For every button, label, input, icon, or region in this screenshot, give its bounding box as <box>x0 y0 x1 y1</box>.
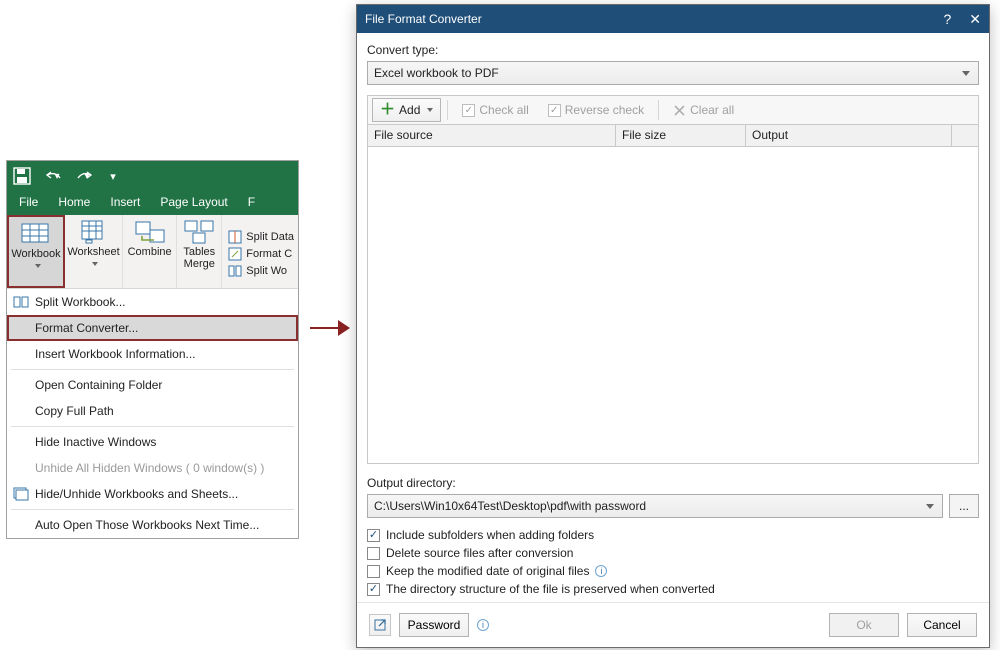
ribbon-combine-label: Combine <box>128 246 172 258</box>
menu-hide-unhide-workbooks[interactable]: Hide/Unhide Workbooks and Sheets... <box>7 481 298 507</box>
clear-icon <box>673 104 686 117</box>
checkbox-icon: ✓ <box>548 104 561 117</box>
column-file-source[interactable]: File source <box>368 125 616 146</box>
ribbon-tables-merge-label: Tables Merge <box>183 246 215 270</box>
checkbox-icon <box>367 583 380 596</box>
tab-home[interactable]: Home <box>48 191 100 215</box>
ribbon-worksheet-button[interactable]: Worksheet <box>65 215 123 288</box>
ribbon-workbook-label: Workbook <box>11 248 60 272</box>
clear-all-button: Clear all <box>665 98 742 122</box>
menu-unhide-all-windows: Unhide All Hidden Windows ( 0 window(s) … <box>7 455 298 481</box>
menu-auto-open-workbooks[interactable]: Auto Open Those Workbooks Next Time... <box>7 512 298 538</box>
excel-window: ▾ ▾ ▾ File Home Insert Page Layout F Wor… <box>6 160 299 539</box>
tab-truncated[interactable]: F <box>238 191 265 215</box>
menu-insert-workbook-info[interactable]: Insert Workbook Information... <box>7 341 298 367</box>
ribbon-format-converter-button[interactable]: Format C <box>228 247 294 261</box>
ribbon-side-group: Split Data Format C Split Wo <box>222 215 298 288</box>
convert-type-label: Convert type: <box>367 43 979 57</box>
ribbon-split-data-button[interactable]: Split Data <box>228 230 294 244</box>
output-directory-select[interactable]: C:\Users\Win10x64Test\Desktop\pdf\with p… <box>367 494 943 518</box>
chevron-down-icon <box>427 108 433 112</box>
menu-copy-full-path[interactable]: Copy Full Path <box>7 398 298 424</box>
excel-ribbon: Workbook Worksheet Combine Tables Merge … <box>7 215 298 289</box>
dialog-footer: Password i Ok Cancel <box>357 602 989 647</box>
tab-insert[interactable]: Insert <box>100 191 150 215</box>
toolbar-separator <box>658 100 659 120</box>
convert-type-select[interactable]: Excel workbook to PDF <box>367 61 979 85</box>
column-output[interactable]: Output <box>746 125 952 146</box>
qat-customize-icon[interactable]: ▾ <box>105 168 121 184</box>
browse-button[interactable]: ... <box>949 494 979 518</box>
info-icon[interactable]: i <box>595 565 607 577</box>
password-button[interactable]: Password <box>399 613 469 637</box>
save-icon[interactable] <box>13 167 31 185</box>
hide-unhide-icon <box>13 486 29 502</box>
format-icon <box>228 247 242 261</box>
undo-icon[interactable]: ▾ <box>45 168 61 184</box>
opt-include-subfolders[interactable]: Include subfolders when adding folders <box>367 528 979 542</box>
split-data-icon <box>228 230 242 244</box>
options-group: Include subfolders when adding folders D… <box>367 528 979 596</box>
checkbox-icon <box>367 565 380 578</box>
excel-ribbon-tabs: File Home Insert Page Layout F <box>7 191 298 215</box>
menu-open-containing-folder[interactable]: Open Containing Folder <box>7 372 298 398</box>
workbook-icon <box>20 222 52 246</box>
menu-separator <box>11 369 294 370</box>
tab-page-layout[interactable]: Page Layout <box>150 191 237 215</box>
check-all-button: ✓Check all <box>454 98 536 122</box>
ribbon-combine-button[interactable]: Combine <box>123 215 177 288</box>
ribbon-tables-merge-button[interactable]: Tables Merge <box>177 215 222 288</box>
file-format-converter-dialog: File Format Converter ? ✕ Convert type: … <box>356 4 990 648</box>
worksheet-icon <box>78 220 110 244</box>
reverse-check-button: ✓Reverse check <box>540 98 652 122</box>
file-list-header: File source File size Output <box>367 125 979 147</box>
opt-preserve-directory[interactable]: The directory structure of the file is p… <box>367 582 979 596</box>
tables-merge-icon <box>183 220 215 244</box>
checkbox-icon <box>367 547 380 560</box>
menu-split-workbook[interactable]: Split Workbook... <box>7 289 298 315</box>
tab-file[interactable]: File <box>9 191 48 215</box>
toolbar-separator <box>447 100 448 120</box>
output-directory-label: Output directory: <box>367 476 979 490</box>
file-list-toolbar: ＋Add ✓Check all ✓Reverse check Clear all <box>367 95 979 125</box>
plus-icon: ＋ <box>380 103 395 117</box>
info-icon[interactable]: i <box>477 619 489 631</box>
dialog-titlebar: File Format Converter ? ✕ <box>357 5 989 33</box>
ribbon-workbook-button[interactable]: Workbook <box>7 215 65 288</box>
checkbox-icon <box>367 529 380 542</box>
split-wb-icon <box>228 264 242 278</box>
ok-button: Ok <box>829 613 899 637</box>
menu-separator <box>11 426 294 427</box>
ribbon-split-workbook-button[interactable]: Split Wo <box>228 264 294 278</box>
menu-separator <box>11 509 294 510</box>
column-spacer <box>952 125 978 146</box>
file-list-body[interactable] <box>367 147 979 464</box>
close-icon[interactable]: ✕ <box>969 11 981 28</box>
menu-hide-inactive-windows[interactable]: Hide Inactive Windows <box>7 429 298 455</box>
annotation-arrow <box>310 318 350 338</box>
opt-delete-source[interactable]: Delete source files after conversion <box>367 546 979 560</box>
excel-quick-access-toolbar: ▾ ▾ ▾ <box>7 161 298 191</box>
ribbon-worksheet-label: Worksheet <box>67 246 119 270</box>
redo-icon[interactable]: ▾ <box>75 168 91 184</box>
opt-keep-modified-date[interactable]: Keep the modified date of original files… <box>367 564 979 578</box>
menu-format-converter[interactable]: Format Converter... <box>7 315 298 341</box>
workbook-dropdown-menu: Split Workbook... Format Converter... In… <box>7 289 298 538</box>
checkbox-icon: ✓ <box>462 104 475 117</box>
combine-icon <box>134 220 166 244</box>
add-button[interactable]: ＋Add <box>372 98 441 122</box>
help-icon[interactable]: ? <box>943 11 951 28</box>
dialog-title: File Format Converter <box>365 12 943 26</box>
cancel-button[interactable]: Cancel <box>907 613 977 637</box>
split-workbook-icon <box>13 294 29 310</box>
share-icon[interactable] <box>369 614 391 636</box>
column-file-size[interactable]: File size <box>616 125 746 146</box>
